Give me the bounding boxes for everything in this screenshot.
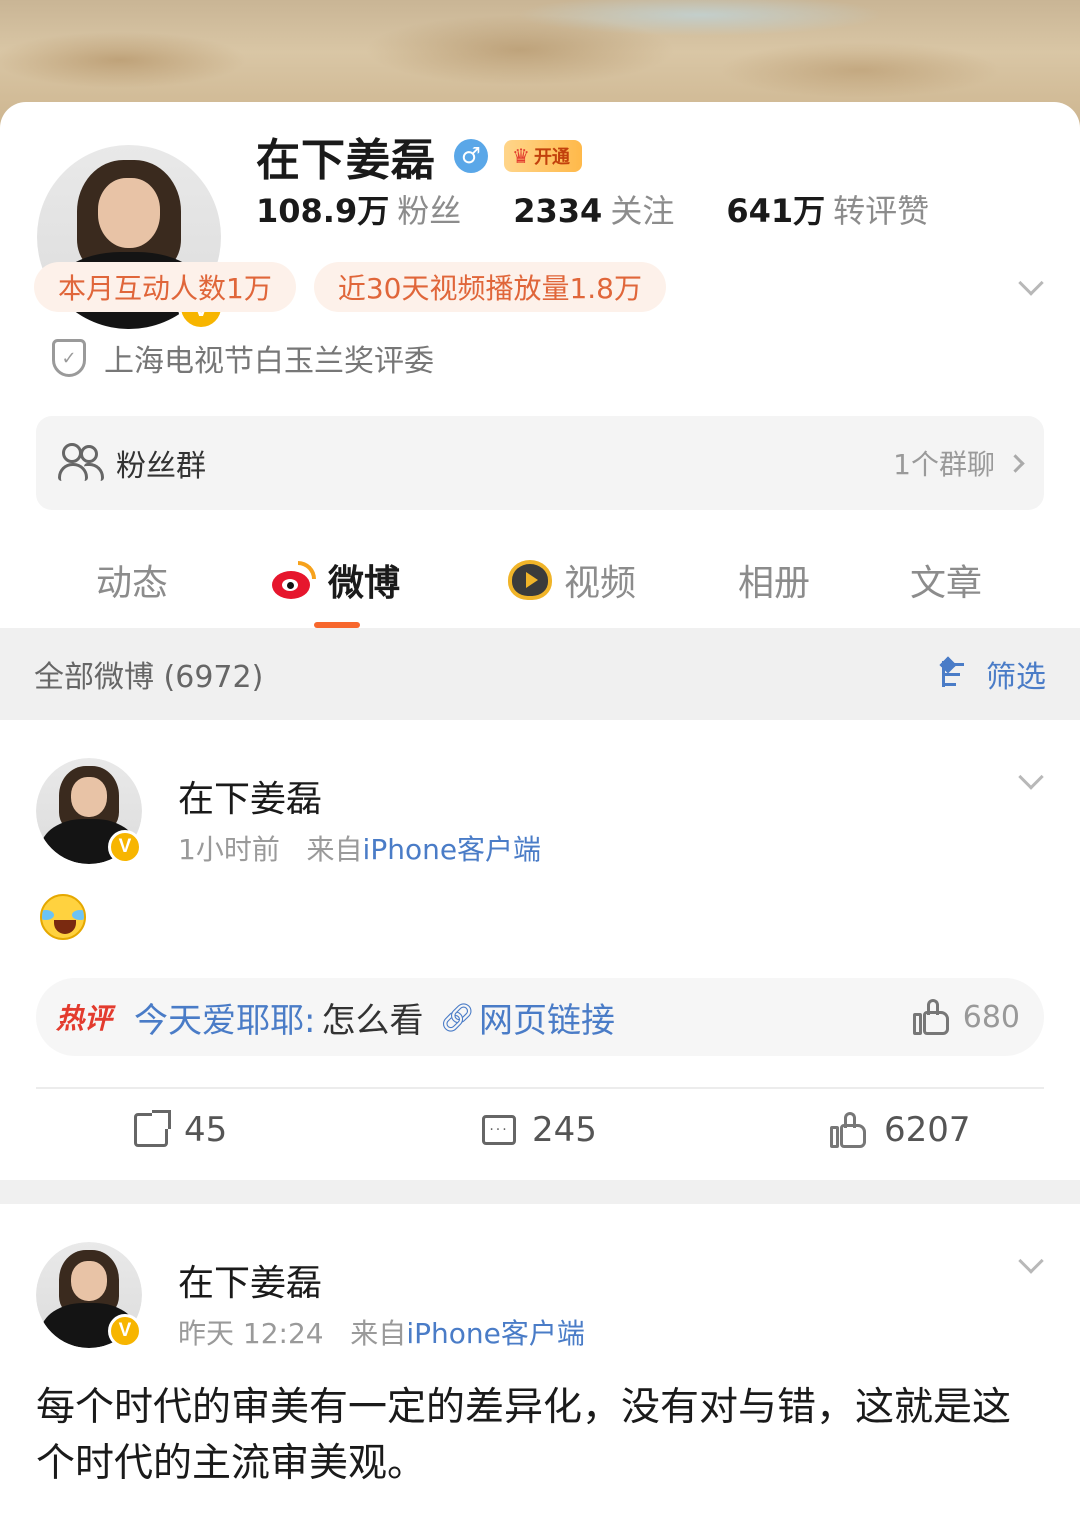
followers-stat[interactable]: 108.9万 粉丝 (256, 186, 461, 232)
followers-count: 108.9万 (256, 192, 390, 230)
post-source[interactable]: iPhone客户端 (363, 833, 542, 866)
tab-weibo[interactable]: 微博 (270, 554, 400, 606)
all-weibo-count: 全部微博 (6972) (34, 660, 264, 695)
like-count: 6207 (884, 1110, 971, 1150)
post-source[interactable]: iPhone客户端 (406, 1317, 585, 1350)
tab-dynamics[interactable]: 动态 (96, 554, 168, 606)
web-link[interactable]: 🔗︎ 网页链接 (439, 993, 615, 1042)
tab-label: 微博 (328, 563, 401, 604)
hot-comment[interactable]: 热评 今天爱耶耶: 怎么看 🔗︎ 网页链接 680 (36, 978, 1044, 1056)
hot-comment-like[interactable]: 680 (912, 999, 1020, 1035)
post-text: 每个时代的审美有一定的差异化，没有对与错，这就是这个时代的主流审美观。 (36, 1385, 1012, 1486)
monthly-interaction-chip[interactable]: 本月互动人数1万 (34, 262, 296, 312)
fan-group-count-text: 1个群聊 (893, 448, 995, 481)
weibo-post: V 在下姜磊 1小时前 来自iPhone客户端 热评 今天爱耶耶: 怎么看 🔗︎… (0, 720, 1080, 1180)
post-via: 来自 (350, 1317, 407, 1350)
engagement-count: 641万 (726, 192, 826, 230)
comment-button[interactable]: ··· 245 (482, 1110, 597, 1150)
post-actions: 45 ··· 245 6207 (0, 1104, 1080, 1164)
profile-tabs: 动态 微博 视频 相册 文章 (0, 536, 1080, 628)
hot-comment-text: 怎么看 (321, 1000, 424, 1041)
thumbs-up-icon (830, 1112, 868, 1148)
post-time: 昨天 12:24 (178, 1317, 324, 1350)
tab-album[interactable]: 相册 (738, 554, 810, 606)
following-count: 2334 (513, 192, 603, 230)
tab-label: 相册 (738, 563, 811, 604)
post-time: 1小时前 (178, 833, 280, 866)
tab-label: 视频 (564, 563, 637, 604)
post-author-name[interactable]: 在下姜磊 (178, 1254, 322, 1306)
fan-group-count: 1个群聊 (893, 443, 1025, 483)
post-menu-chevron-icon[interactable] (1018, 764, 1044, 790)
laugh-cry-emoji-icon (40, 894, 86, 940)
crown-icon: ♛ (512, 144, 530, 168)
tab-video[interactable]: 视频 (508, 554, 636, 606)
post-author-name[interactable]: 在下姜磊 (178, 770, 322, 822)
like-button[interactable]: 6207 (830, 1110, 971, 1150)
comment-icon: ··· (482, 1115, 516, 1145)
verified-badge-icon: V (108, 1314, 142, 1348)
filter-sort-icon (939, 656, 978, 689)
profile-name-row: 在下姜磊 ♂ ♛ 开通 (256, 124, 582, 188)
following-stat[interactable]: 2334 关注 (513, 186, 674, 232)
expand-profile-chevron-icon[interactable] (1018, 270, 1044, 296)
certification-text: 上海电视节白玉兰奖评委 (104, 344, 434, 379)
engagement-label: 转评赞 (833, 192, 930, 230)
repost-button[interactable]: 45 (134, 1110, 227, 1150)
post-divider (36, 1087, 1044, 1089)
hot-comment-tag: 热评 (56, 1002, 113, 1035)
followers-label: 粉丝 (397, 192, 462, 230)
tab-articles[interactable]: 文章 (910, 554, 982, 606)
following-label: 关注 (610, 192, 675, 230)
chevron-right-icon (1006, 453, 1025, 473)
certification-row: ✓ 上海电视节白玉兰奖评委 (52, 336, 434, 380)
vip-open-button[interactable]: ♛ 开通 (504, 140, 582, 172)
weibo-post: V 在下姜磊 昨天 12:24 来自iPhone客户端 每个时代的审美有一定的差… (0, 1204, 1080, 1530)
vip-label: 开通 (533, 147, 570, 168)
post-meta: 昨天 12:24 来自iPhone客户端 (178, 1312, 585, 1352)
post-via: 来自 (306, 833, 363, 866)
male-gender-icon: ♂ (454, 139, 488, 173)
weibo-logo-icon (270, 561, 316, 599)
shield-check-icon: ✓ (52, 339, 86, 377)
post-meta: 1小时前 来自iPhone客户端 (178, 828, 541, 868)
web-link-label: 网页链接 (479, 1000, 616, 1041)
tab-label: 动态 (96, 563, 169, 604)
video-play-icon (508, 560, 552, 600)
filter-bar: 全部微博 (6972) 筛选 (0, 628, 1080, 720)
filter-button[interactable]: 筛选 (939, 652, 1046, 696)
repost-count: 45 (184, 1110, 228, 1150)
hot-comment-like-count: 680 (962, 999, 1020, 1035)
fan-group-row[interactable]: 粉丝群 1个群聊 (36, 416, 1044, 510)
video-plays-chip[interactable]: 近30天视频播放量1.8万 (313, 262, 666, 312)
profile-stats: 108.9万 粉丝 2334 关注 641万 转评赞 (256, 186, 929, 232)
hot-comment-user[interactable]: 今天爱耶耶: (134, 993, 315, 1042)
fan-group-label: 粉丝群 (116, 449, 206, 484)
post-separator (0, 1180, 1080, 1204)
filter-label: 筛选 (986, 660, 1046, 695)
post-menu-chevron-icon[interactable] (1018, 1248, 1044, 1274)
profile-name: 在下姜磊 (256, 135, 436, 186)
engagement-stat[interactable]: 641万 转评赞 (726, 186, 929, 232)
thumbs-up-icon (912, 999, 951, 1035)
link-icon: 🔗︎ (439, 1000, 476, 1034)
tab-label: 文章 (910, 563, 983, 604)
repost-icon (134, 1110, 171, 1147)
profile-chips: 本月互动人数1万 近30天视频播放量1.8万 (34, 262, 666, 312)
verified-badge-icon: V (108, 830, 142, 864)
comment-count: 245 (532, 1110, 597, 1150)
people-icon (58, 443, 104, 483)
